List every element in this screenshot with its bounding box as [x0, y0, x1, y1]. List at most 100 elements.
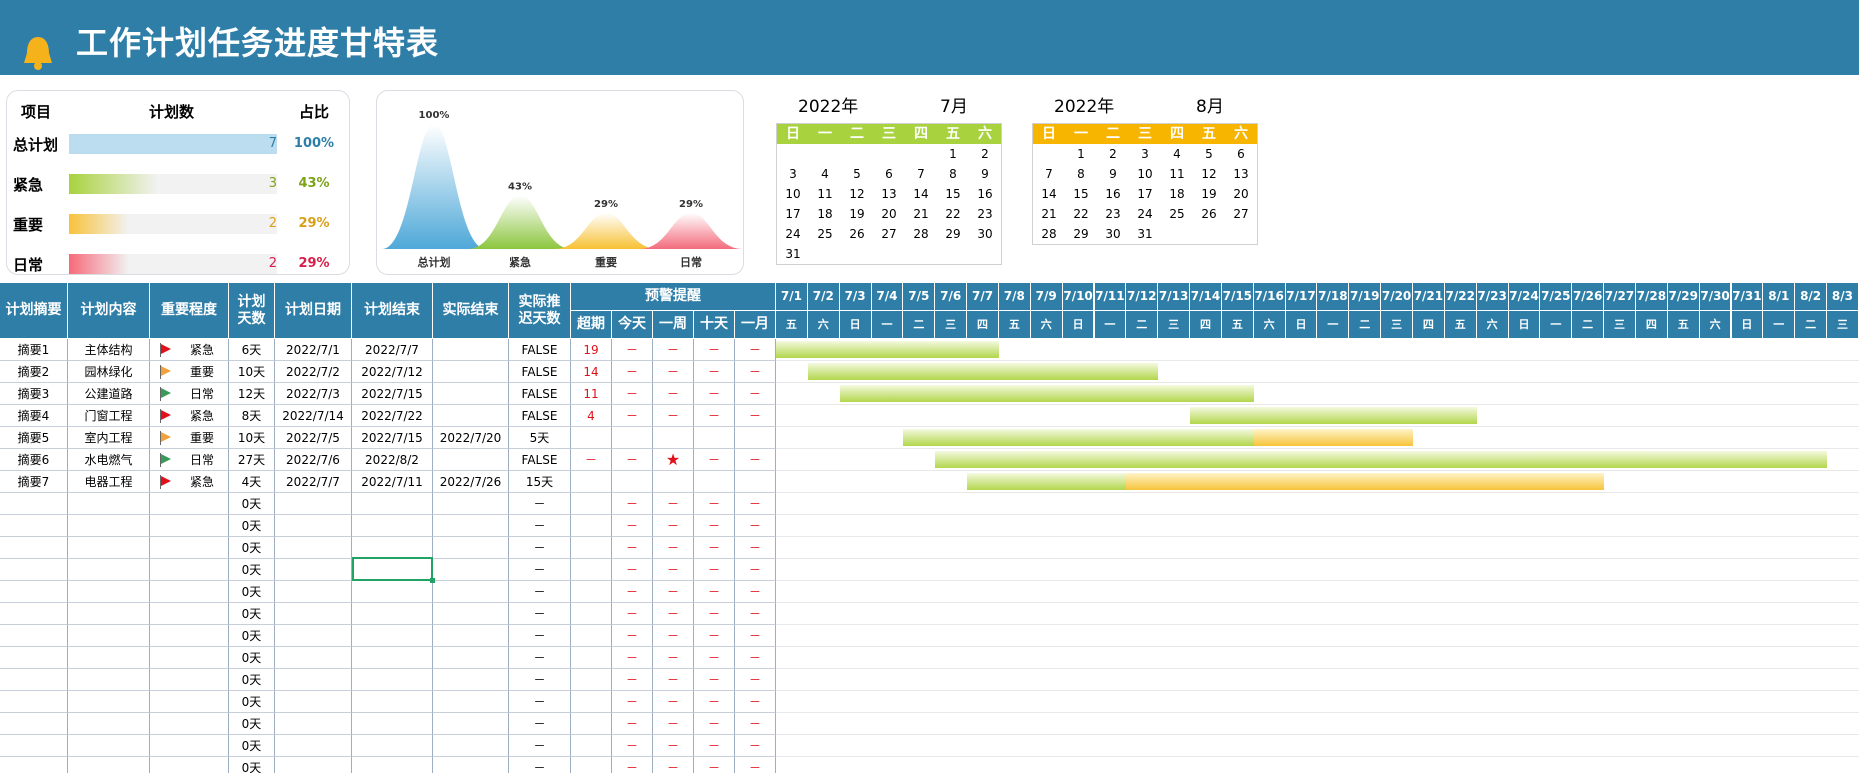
warn-cell[interactable]: －: [735, 691, 776, 713]
table-cell[interactable]: [433, 559, 509, 581]
table-cell[interactable]: [433, 691, 509, 713]
calendar-day[interactable]: 7: [905, 164, 937, 184]
table-cell[interactable]: 15天: [509, 471, 571, 493]
warn-cell[interactable]: －: [612, 713, 653, 735]
table-header[interactable]: 重要程度: [150, 283, 229, 339]
table-cell[interactable]: 12天: [229, 383, 275, 405]
warn-cell[interactable]: －: [612, 537, 653, 559]
table-cell[interactable]: [68, 515, 150, 537]
warn-cell[interactable]: －: [653, 537, 694, 559]
warn-cell[interactable]: －: [612, 339, 653, 361]
table-cell[interactable]: [352, 713, 433, 735]
calendar-day[interactable]: 23: [1097, 204, 1129, 224]
table-cell[interactable]: [150, 647, 229, 669]
calendar-day[interactable]: 15: [937, 184, 969, 204]
table-cell[interactable]: 2022/7/14: [275, 405, 352, 427]
table-cell[interactable]: －: [509, 515, 571, 537]
table-cell[interactable]: [150, 493, 229, 515]
table-cell[interactable]: [68, 669, 150, 691]
warn-cell[interactable]: [735, 471, 776, 493]
warn-cell[interactable]: －: [694, 383, 735, 405]
table-cell[interactable]: FALSE: [509, 449, 571, 471]
warn-col-header[interactable]: 十天: [694, 311, 735, 339]
warn-cell[interactable]: －: [735, 449, 776, 471]
table-header[interactable]: 计划结束: [352, 283, 433, 339]
table-cell[interactable]: [150, 537, 229, 559]
calendar-day[interactable]: 8: [937, 164, 969, 184]
warn-cell[interactable]: [694, 427, 735, 449]
warn-cell[interactable]: －: [735, 559, 776, 581]
table-cell[interactable]: 2022/7/12: [352, 361, 433, 383]
calendar-day[interactable]: 1: [937, 144, 969, 164]
table-cell[interactable]: [433, 625, 509, 647]
table-cell[interactable]: 0天: [229, 559, 275, 581]
warn-cell[interactable]: －: [694, 603, 735, 625]
table-cell[interactable]: [433, 735, 509, 757]
table-cell[interactable]: [433, 603, 509, 625]
calendar-day[interactable]: 31: [1129, 224, 1161, 244]
warn-cell[interactable]: －: [735, 493, 776, 515]
warn-cell[interactable]: －: [694, 339, 735, 361]
table-cell[interactable]: [0, 735, 68, 757]
warn-cell[interactable]: －: [612, 405, 653, 427]
warn-cell[interactable]: [653, 471, 694, 493]
table-cell[interactable]: 5天: [509, 427, 571, 449]
table-cell[interactable]: 重要: [150, 361, 229, 383]
warn-cell[interactable]: [571, 581, 612, 603]
table-cell[interactable]: [352, 669, 433, 691]
calendar-day[interactable]: 25: [1161, 204, 1193, 224]
warn-cell[interactable]: [571, 647, 612, 669]
warn-cell[interactable]: [694, 471, 735, 493]
table-cell[interactable]: [352, 735, 433, 757]
table-cell[interactable]: 摘要3: [0, 383, 68, 405]
table-cell[interactable]: [433, 383, 509, 405]
table-cell[interactable]: 2022/7/26: [433, 471, 509, 493]
table-cell[interactable]: [275, 581, 352, 603]
warn-cell[interactable]: －: [735, 383, 776, 405]
calendar-day[interactable]: 14: [905, 184, 937, 204]
table-cell[interactable]: [0, 515, 68, 537]
table-cell[interactable]: FALSE: [509, 339, 571, 361]
warn-cell[interactable]: [571, 669, 612, 691]
calendar-day[interactable]: 24: [777, 224, 809, 244]
warn-cell[interactable]: －: [612, 735, 653, 757]
table-cell[interactable]: －: [509, 603, 571, 625]
calendar-day[interactable]: 21: [905, 204, 937, 224]
table-cell[interactable]: 摘要5: [0, 427, 68, 449]
warn-cell[interactable]: －: [735, 625, 776, 647]
table-cell[interactable]: [0, 625, 68, 647]
table-cell[interactable]: [275, 735, 352, 757]
warn-cell[interactable]: －: [694, 537, 735, 559]
warn-cell[interactable]: －: [694, 581, 735, 603]
warn-cell[interactable]: －: [694, 493, 735, 515]
warn-cell[interactable]: －: [612, 647, 653, 669]
warn-col-header[interactable]: 一周: [653, 311, 694, 339]
table-cell[interactable]: －: [509, 559, 571, 581]
calendar-day[interactable]: 7: [1033, 164, 1065, 184]
table-cell[interactable]: [150, 515, 229, 537]
table-cell[interactable]: －: [509, 625, 571, 647]
warn-cell[interactable]: －: [694, 625, 735, 647]
warn-header[interactable]: 预警提醒: [571, 283, 776, 311]
warn-cell[interactable]: 4: [571, 405, 612, 427]
table-cell[interactable]: [0, 581, 68, 603]
warn-cell[interactable]: 11: [571, 383, 612, 405]
calendar-day[interactable]: 3: [777, 164, 809, 184]
table-cell[interactable]: 0天: [229, 757, 275, 773]
warn-cell[interactable]: －: [612, 625, 653, 647]
table-cell[interactable]: 2022/7/2: [275, 361, 352, 383]
table-cell[interactable]: 0天: [229, 669, 275, 691]
warn-cell[interactable]: －: [612, 581, 653, 603]
table-cell[interactable]: 8天: [229, 405, 275, 427]
table-cell[interactable]: 摘要6: [0, 449, 68, 471]
warn-cell[interactable]: －: [653, 383, 694, 405]
table-cell[interactable]: 10天: [229, 361, 275, 383]
table-cell[interactable]: [275, 757, 352, 773]
table-cell[interactable]: 园林绿化: [68, 361, 150, 383]
table-cell[interactable]: 2022/7/1: [275, 339, 352, 361]
warn-cell[interactable]: －: [694, 669, 735, 691]
table-cell[interactable]: [275, 647, 352, 669]
table-cell[interactable]: [68, 559, 150, 581]
table-cell[interactable]: FALSE: [509, 383, 571, 405]
table-cell[interactable]: [150, 735, 229, 757]
